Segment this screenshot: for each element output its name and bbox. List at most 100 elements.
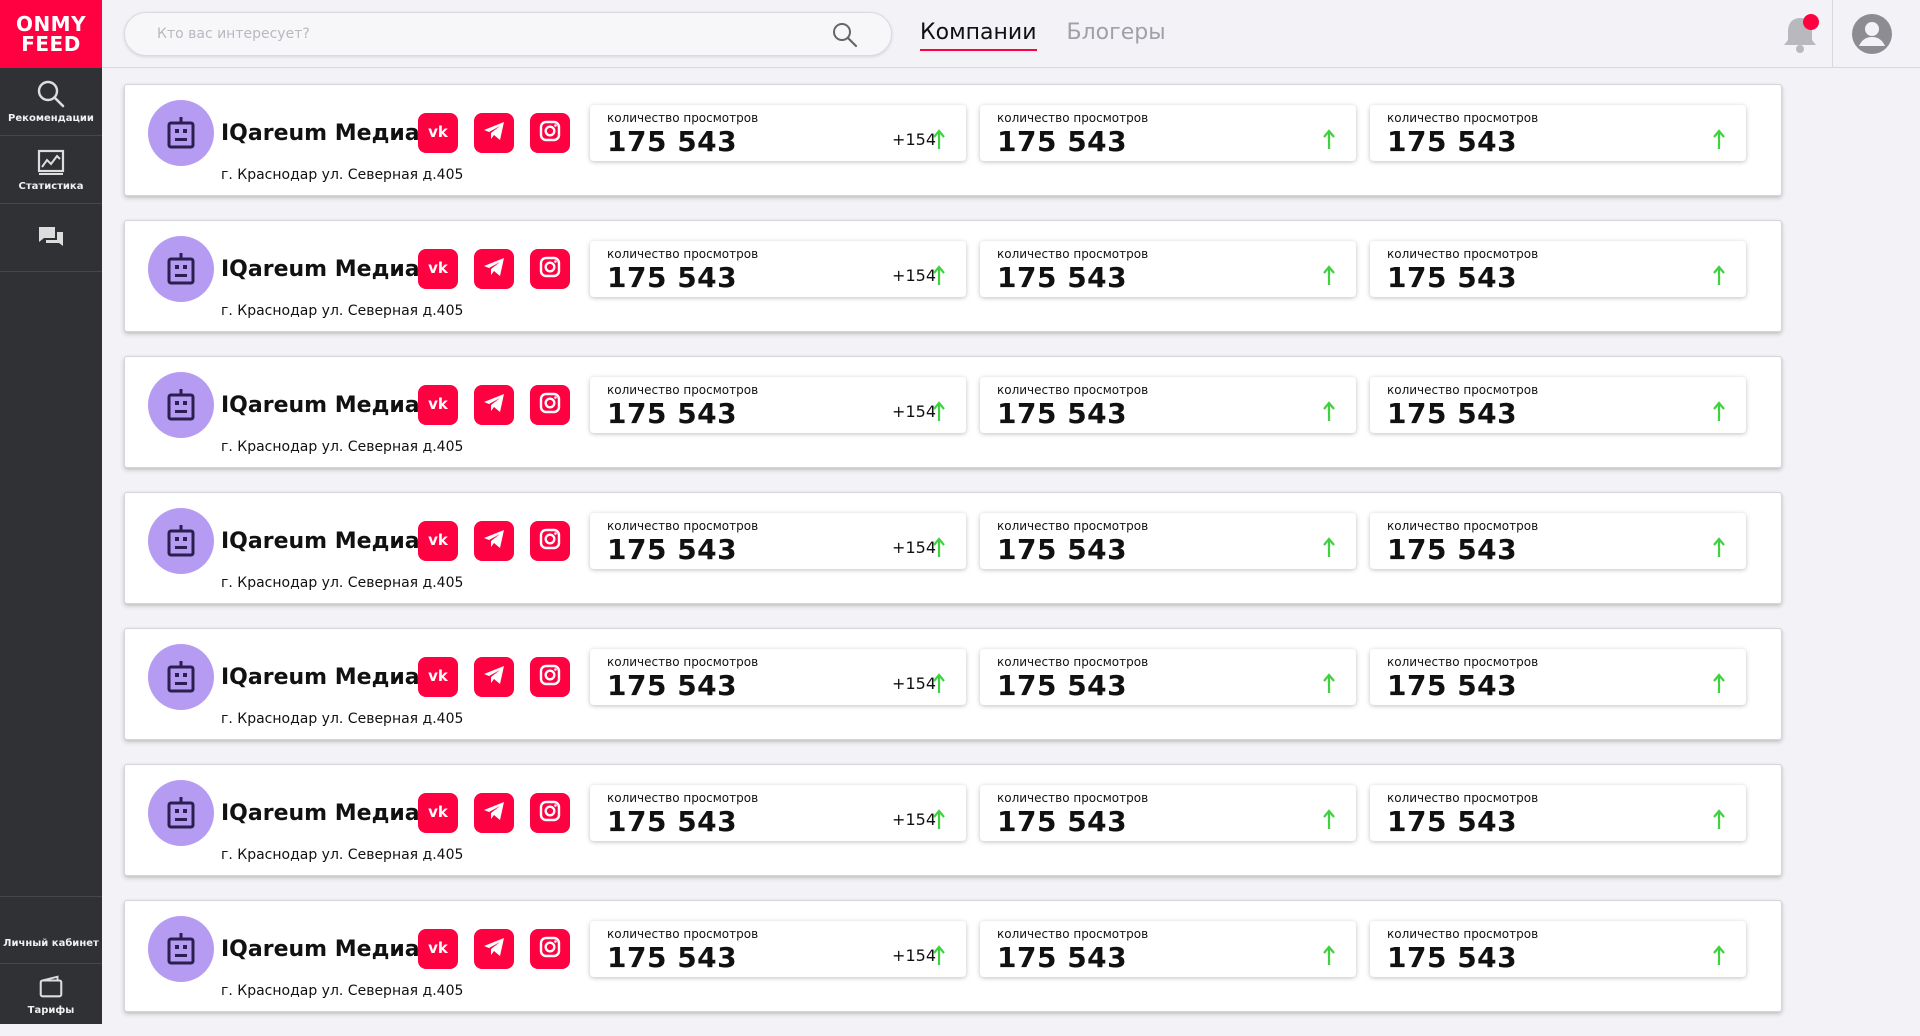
company-avatar bbox=[148, 916, 214, 982]
sidebar-item-messages[interactable] bbox=[0, 204, 102, 272]
telegram-link[interactable] bbox=[474, 385, 514, 425]
svg-text:vk: vk bbox=[428, 667, 449, 685]
instagram-icon bbox=[537, 934, 563, 964]
wallet-icon bbox=[39, 975, 63, 997]
stat-caption: количество просмотров bbox=[607, 791, 759, 805]
telegram-link[interactable] bbox=[474, 793, 514, 833]
stat-value: 175 543 bbox=[997, 125, 1128, 158]
stat-value: 175 543 bbox=[1387, 397, 1518, 430]
search-icon[interactable] bbox=[831, 21, 859, 49]
vk-icon: vk bbox=[425, 662, 451, 692]
robot-icon bbox=[167, 933, 195, 965]
personal-cabinet-link[interactable]: Личный кабинет bbox=[0, 896, 102, 964]
divider bbox=[1832, 0, 1833, 68]
company-card[interactable]: IQareum Медиа г. Краснодар ул. Северная д… bbox=[124, 356, 1782, 468]
instagram-icon bbox=[537, 390, 563, 420]
stat-value: 175 543 bbox=[997, 941, 1128, 974]
views-stat: количество просмотров 175 543 bbox=[1370, 241, 1746, 297]
company-card[interactable]: IQareum Медиа г. Краснодар ул. Северная д… bbox=[124, 492, 1782, 604]
vk-link[interactable]: vk bbox=[418, 793, 458, 833]
sidebar-item-recommendations[interactable]: Рекомендации bbox=[0, 68, 102, 136]
tab-companies[interactable]: Компании bbox=[920, 20, 1037, 51]
company-address: г. Краснодар ул. Северная д.405 bbox=[221, 575, 464, 591]
vk-icon: vk bbox=[425, 934, 451, 964]
company-address: г. Краснодар ул. Северная д.405 bbox=[221, 439, 464, 455]
arrow-up-icon bbox=[933, 809, 945, 829]
company-avatar bbox=[148, 372, 214, 438]
arrow-up-icon bbox=[1713, 129, 1725, 149]
company-address: г. Краснодар ул. Северная д.405 bbox=[221, 167, 464, 183]
vk-link[interactable]: vk bbox=[418, 113, 458, 153]
stat-delta: +154 bbox=[892, 538, 936, 557]
company-card[interactable]: IQareum Медиа г. Краснодар ул. Северная д… bbox=[124, 84, 1782, 196]
views-stat: количество просмотров 175 543 +154 bbox=[590, 513, 966, 569]
company-card[interactable]: IQareum Медиа г. Краснодар ул. Северная д… bbox=[124, 900, 1782, 1012]
app-logo[interactable]: ONMY FEED bbox=[0, 0, 102, 68]
telegram-link[interactable] bbox=[474, 521, 514, 561]
stat-value: 175 543 bbox=[1387, 533, 1518, 566]
notifications-button[interactable] bbox=[1778, 12, 1822, 56]
telegram-link[interactable] bbox=[474, 113, 514, 153]
instagram-link[interactable] bbox=[530, 929, 570, 969]
vk-link[interactable]: vk bbox=[418, 521, 458, 561]
svg-text:vk: vk bbox=[428, 259, 449, 277]
chart-icon bbox=[37, 149, 65, 175]
company-address: г. Краснодар ул. Северная д.405 bbox=[221, 711, 464, 727]
sidebar-bottom: Личный кабинет Тарифы bbox=[0, 896, 102, 1024]
vk-link[interactable]: vk bbox=[418, 249, 458, 289]
vk-link[interactable]: vk bbox=[418, 657, 458, 697]
tab-bloggers[interactable]: Блогеры bbox=[1067, 20, 1166, 51]
sidebar-item-tariffs[interactable]: Тарифы bbox=[0, 964, 102, 1024]
telegram-link[interactable] bbox=[474, 657, 514, 697]
stat-caption: количество просмотров bbox=[997, 519, 1149, 533]
company-name[interactable]: IQareum Медиа bbox=[221, 121, 420, 146]
chat-icon bbox=[39, 226, 63, 246]
telegram-icon bbox=[481, 934, 507, 964]
user-avatar-button[interactable] bbox=[1850, 12, 1894, 56]
company-name[interactable]: IQareum Медиа bbox=[221, 665, 420, 690]
search-input[interactable] bbox=[125, 13, 805, 55]
robot-icon bbox=[167, 117, 195, 149]
instagram-link[interactable] bbox=[530, 521, 570, 561]
arrow-up-icon bbox=[933, 401, 945, 421]
stat-value: 175 543 bbox=[997, 261, 1128, 294]
telegram-link[interactable] bbox=[474, 249, 514, 289]
telegram-icon bbox=[481, 118, 507, 148]
sidebar-item-statistics[interactable]: Статистика bbox=[0, 136, 102, 204]
vk-link[interactable]: vk bbox=[418, 929, 458, 969]
instagram-icon bbox=[537, 526, 563, 556]
vk-icon: vk bbox=[425, 526, 451, 556]
company-name[interactable]: IQareum Медиа bbox=[221, 937, 420, 962]
company-name[interactable]: IQareum Медиа bbox=[221, 257, 420, 282]
company-card[interactable]: IQareum Медиа г. Краснодар ул. Северная д… bbox=[124, 764, 1782, 876]
arrow-up-icon bbox=[933, 129, 945, 149]
company-name[interactable]: IQareum Медиа bbox=[221, 801, 420, 826]
instagram-link[interactable] bbox=[530, 657, 570, 697]
instagram-link[interactable] bbox=[530, 113, 570, 153]
telegram-link[interactable] bbox=[474, 929, 514, 969]
company-name[interactable]: IQareum Медиа bbox=[221, 393, 420, 418]
stat-caption: количество просмотров bbox=[1387, 791, 1539, 805]
company-list: IQareum Медиа г. Краснодар ул. Северная д… bbox=[124, 84, 1782, 1036]
stat-caption: количество просмотров bbox=[1387, 655, 1539, 669]
vk-link[interactable]: vk bbox=[418, 385, 458, 425]
instagram-link[interactable] bbox=[530, 793, 570, 833]
arrow-up-icon bbox=[1713, 537, 1725, 557]
company-address: г. Краснодар ул. Северная д.405 bbox=[221, 303, 464, 319]
company-card[interactable]: IQareum Медиа г. Краснодар ул. Северная д… bbox=[124, 220, 1782, 332]
stat-caption: количество просмотров bbox=[607, 383, 759, 397]
stat-caption: количество просмотров bbox=[1387, 111, 1539, 125]
instagram-link[interactable] bbox=[530, 249, 570, 289]
robot-icon bbox=[167, 797, 195, 829]
views-stat: количество просмотров 175 543 bbox=[980, 649, 1356, 705]
arrow-up-icon bbox=[933, 537, 945, 557]
stat-caption: количество просмотров bbox=[997, 927, 1149, 941]
company-name[interactable]: IQareum Медиа bbox=[221, 529, 420, 554]
instagram-link[interactable] bbox=[530, 385, 570, 425]
svg-text:vk: vk bbox=[428, 531, 449, 549]
arrow-up-icon bbox=[1323, 673, 1335, 693]
company-card[interactable]: IQareum Медиа г. Краснодар ул. Северная д… bbox=[124, 628, 1782, 740]
company-avatar bbox=[148, 236, 214, 302]
views-stat: количество просмотров 175 543 +154 bbox=[590, 241, 966, 297]
stat-caption: количество просмотров bbox=[997, 247, 1149, 261]
